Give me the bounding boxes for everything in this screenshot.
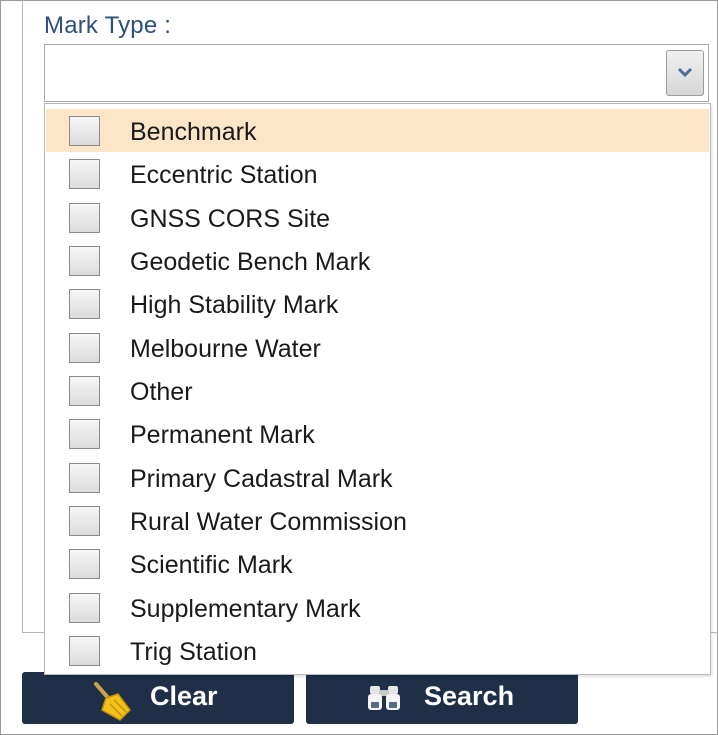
- option-label: GNSS CORS Site: [130, 205, 331, 233]
- option-gnss-cors-site[interactable]: GNSS CORS Site: [46, 196, 709, 239]
- option-label: Rural Water Commission: [130, 508, 407, 536]
- option-rural-water-commission[interactable]: Rural Water Commission: [46, 499, 709, 542]
- option-label: Primary Cadastral Mark: [130, 465, 393, 493]
- option-label: Other: [130, 378, 193, 406]
- option-checkbox[interactable]: [69, 116, 100, 146]
- option-checkbox[interactable]: [69, 289, 100, 319]
- option-eccentric-station[interactable]: Eccentric Station: [46, 152, 709, 195]
- search-label: Search: [424, 681, 515, 711]
- option-primary-cadastral-mark[interactable]: Primary Cadastral Mark: [46, 456, 709, 499]
- option-label: Melbourne Water: [130, 335, 321, 363]
- option-checkbox[interactable]: [69, 376, 100, 406]
- option-benchmark[interactable]: Benchmark: [46, 109, 709, 152]
- option-checkbox[interactable]: [69, 549, 100, 579]
- option-label: Supplementary Mark: [130, 595, 361, 623]
- option-checkbox[interactable]: [69, 333, 100, 363]
- option-supplementary-mark[interactable]: Supplementary Mark: [46, 586, 709, 629]
- option-label: Eccentric Station: [130, 161, 318, 189]
- clear-button[interactable]: Clear: [22, 672, 294, 724]
- option-other[interactable]: Other: [46, 369, 709, 412]
- option-permanent-mark[interactable]: Permanent Mark: [46, 412, 709, 455]
- dropdown-toggle-button[interactable]: [666, 50, 704, 96]
- binoculars-icon: [366, 684, 402, 721]
- option-checkbox[interactable]: [69, 636, 100, 666]
- mark-type-combobox[interactable]: [44, 44, 709, 102]
- option-label: Permanent Mark: [130, 421, 315, 449]
- clear-label: Clear: [150, 681, 218, 711]
- mark-type-label: Mark Type :: [44, 12, 172, 39]
- option-label: Trig Station: [130, 638, 257, 666]
- option-label: Geodetic Bench Mark: [130, 248, 371, 276]
- option-checkbox[interactable]: [69, 246, 100, 276]
- option-melbourne-water[interactable]: Melbourne Water: [46, 326, 709, 369]
- option-checkbox[interactable]: [69, 159, 100, 189]
- option-high-stability-mark[interactable]: High Stability Mark: [46, 282, 709, 325]
- option-checkbox[interactable]: [69, 506, 100, 536]
- option-checkbox[interactable]: [69, 463, 100, 493]
- option-trig-station[interactable]: Trig Station: [46, 629, 709, 672]
- option-checkbox[interactable]: [69, 203, 100, 233]
- option-checkbox[interactable]: [69, 593, 100, 623]
- mark-type-options-list: Benchmark Eccentric Station GNSS CORS Si…: [44, 103, 711, 675]
- option-checkbox[interactable]: [69, 419, 100, 449]
- option-label: Benchmark: [130, 118, 257, 146]
- option-geodetic-bench-mark[interactable]: Geodetic Bench Mark: [46, 239, 709, 282]
- option-scientific-mark[interactable]: Scientific Mark: [46, 542, 709, 585]
- broom-icon: [90, 680, 134, 729]
- option-label: High Stability Mark: [130, 291, 339, 319]
- option-label: Scientific Mark: [130, 551, 293, 579]
- search-button[interactable]: Search: [306, 672, 578, 724]
